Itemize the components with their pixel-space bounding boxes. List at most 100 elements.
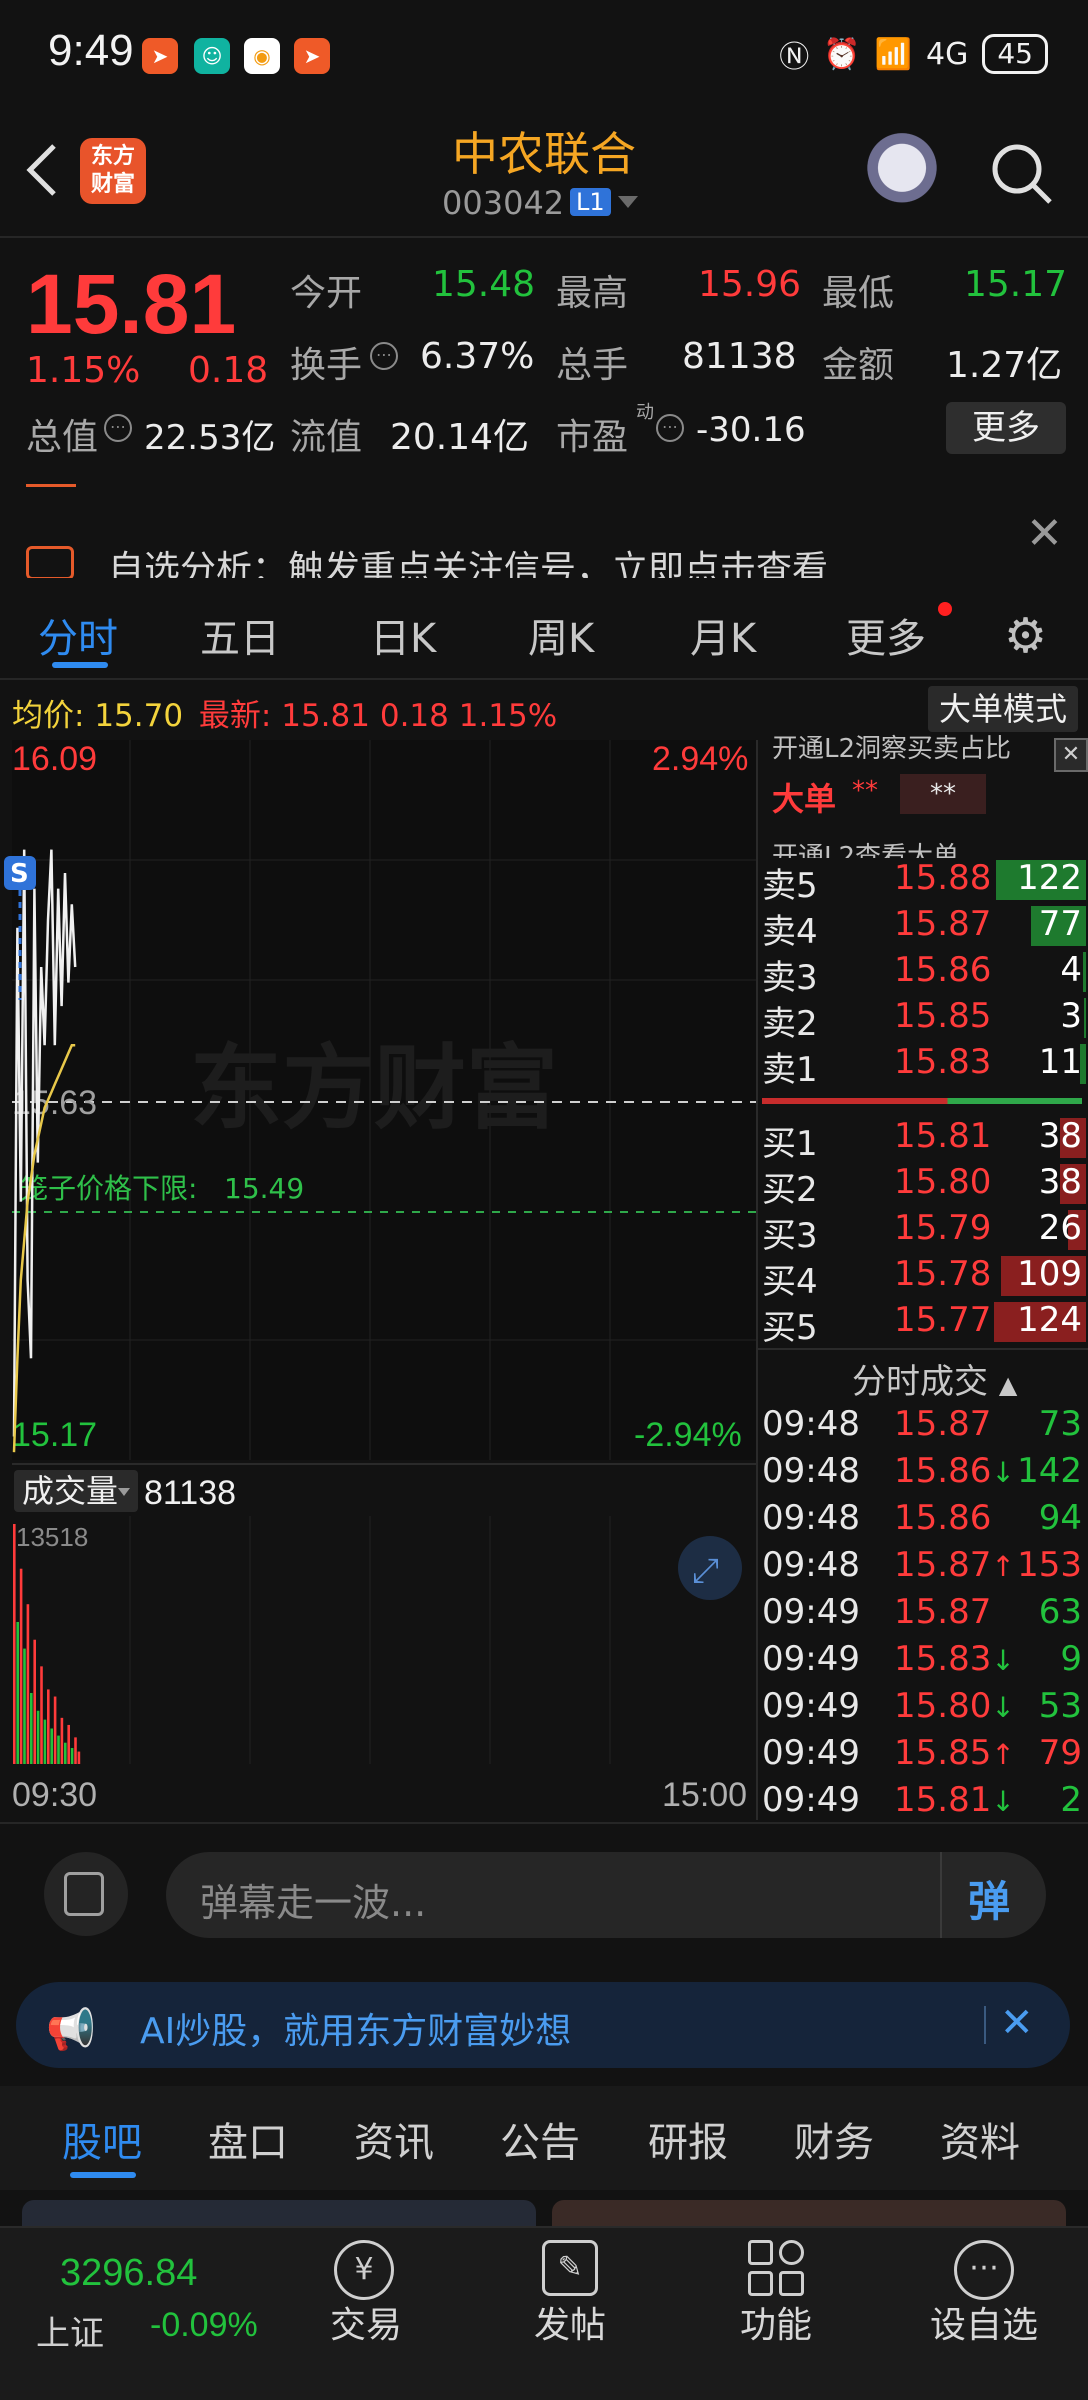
tab-news[interactable]: 资讯	[354, 2110, 434, 2168]
l2-insight-link[interactable]: 开通L2洞察买卖占比	[772, 728, 1040, 765]
buy-order-row[interactable]: 买2 15.80 38	[762, 1162, 1088, 1210]
tab-five-day[interactable]: 五日	[200, 606, 280, 664]
pe-value: -30.16	[696, 410, 806, 450]
latest-value: 15.81	[281, 698, 370, 734]
s-marker-text: S	[10, 859, 29, 889]
comment-list-button[interactable]	[44, 1852, 128, 1936]
info-icon[interactable]: ⋯	[370, 342, 398, 370]
buy-order-row[interactable]: 买1 15.81 38	[762, 1116, 1088, 1164]
level-badge[interactable]: L1	[570, 188, 611, 216]
trade-volume: 142	[1017, 1451, 1082, 1491]
volume-bar	[60, 1717, 64, 1764]
tab-profile[interactable]: 资料	[940, 2110, 1020, 2168]
high-label: 最高	[556, 273, 629, 314]
buy-order-row[interactable]: 买4 15.78 109	[762, 1254, 1088, 1302]
big-order-mode-button[interactable]: 大单模式	[928, 686, 1078, 732]
nav-post[interactable]: 发帖	[510, 2296, 630, 2348]
notification-app-icon: ➤	[142, 38, 178, 74]
nav-functions[interactable]: 功能	[716, 2296, 836, 2348]
info-icon[interactable]: ⋯	[656, 414, 684, 442]
notice-bar[interactable]: 自选分析：触发重点关注信号，立即点击查看 ✕	[0, 478, 1088, 578]
arrow-up-icon: ↑	[991, 1738, 1015, 1771]
volume-depth-bar	[1083, 952, 1086, 992]
tab-intraday[interactable]: 分时	[38, 606, 118, 664]
tab-weekly-k[interactable]: 周K	[528, 606, 594, 664]
danmu-icon: 弹	[968, 1877, 1011, 1926]
tab-monthly-k[interactable]: 月K	[690, 606, 756, 664]
danmu-placeholder: 弹幕走一波...	[200, 1881, 427, 1925]
tab-more[interactable]: 更多	[846, 606, 926, 664]
order-level-label: 买2	[762, 1170, 818, 1210]
market-cap-value: 22.53亿	[144, 418, 276, 458]
volume-total: 81138	[144, 1474, 236, 1512]
trade-price: 15.87↑	[894, 1545, 1015, 1585]
nfc-icon: Ⓝ	[779, 40, 810, 75]
index-name[interactable]: 上证	[36, 2306, 104, 2355]
tab-research[interactable]: 研报	[648, 2110, 728, 2168]
trade-volume: 79	[1038, 1733, 1082, 1773]
more-button[interactable]: 更多	[946, 402, 1066, 454]
index-change[interactable]: -0.09%	[150, 2306, 258, 2345]
order-level-label: 卖1	[762, 1050, 818, 1090]
danmu-toggle-button[interactable]: 弹	[940, 1852, 1046, 1938]
order-price: 15.77	[894, 1300, 992, 1340]
sell-order-row[interactable]: 卖3 15.86 4	[762, 950, 1088, 998]
volume-bar	[36, 1710, 40, 1764]
status-time: 9:49	[48, 26, 134, 75]
tab-announcements[interactable]: 公告	[500, 2110, 580, 2168]
tab-guba[interactable]: 股吧	[62, 2110, 142, 2168]
sell-order-row[interactable]: 卖2 15.85 3	[762, 996, 1088, 1044]
cage-label: 笼子价格下限:	[20, 1172, 197, 1205]
volume-bar	[50, 1728, 53, 1764]
sell-order-row[interactable]: 卖5 15.88 122	[762, 858, 1088, 906]
market-cap-label: 总值	[26, 417, 99, 458]
volume-bar	[16, 1621, 19, 1764]
l2-view-link[interactable]: 开通L2查看大单	[772, 836, 959, 858]
pct-top-label: 2.94%	[652, 740, 748, 778]
trade-row: 09:49 15.85↑ 79	[762, 1733, 1088, 1779]
index-value[interactable]: 3296.84	[60, 2252, 197, 2295]
trade-price: 15.83↓	[894, 1639, 1015, 1679]
amount-label: 金额	[822, 345, 895, 386]
buy-order-row[interactable]: 买3 15.79 26	[762, 1208, 1088, 1256]
functions-grid-icon[interactable]	[748, 2240, 804, 2296]
tab-daily-k[interactable]: 日K	[370, 606, 436, 664]
trade-price-value: 15.86	[894, 1451, 992, 1491]
intraday-chart[interactable]: 东方财富 16.09 2.94% 15.63 笼子价格下限: 15.49 15.…	[0, 740, 758, 1820]
trades-header[interactable]: 分时成交 ▲	[852, 1354, 1017, 1403]
volume-value: 81138	[682, 336, 797, 377]
search-icon[interactable]	[990, 142, 1054, 206]
trade-price-value: 15.81	[894, 1780, 992, 1820]
ai-assistant-robot-icon[interactable]	[860, 130, 944, 214]
trade-time: 09:49	[762, 1686, 860, 1726]
volume-bar	[64, 1742, 67, 1764]
turnover-label: 换手	[290, 345, 363, 386]
nav-trade[interactable]: 交易	[306, 2296, 426, 2348]
post-edit-icon[interactable]: ✎	[542, 2240, 598, 2296]
big-order-mask-box: **	[900, 774, 986, 814]
current-price: 15.81	[26, 257, 237, 351]
close-icon[interactable]: ✕	[1026, 508, 1063, 559]
tab-finance[interactable]: 财务	[794, 2110, 874, 2168]
code-dropdown-icon[interactable]	[618, 196, 638, 208]
trade-icon[interactable]: ¥	[334, 2240, 394, 2300]
watermark-text: 东方财富	[190, 1035, 558, 1142]
order-price: 15.83	[894, 1042, 992, 1082]
close-l2-icon[interactable]: ✕	[1054, 738, 1088, 772]
info-icon[interactable]: ⋯	[104, 414, 132, 442]
tab-pankou[interactable]: 盘口	[208, 2110, 288, 2168]
chart-watermark: 东方财富	[190, 1035, 558, 1142]
trade-row: 09:48 15.87↑ 153	[762, 1545, 1088, 1591]
sell-order-row[interactable]: 卖1 15.83 11	[762, 1042, 1088, 1090]
order-price: 15.81	[894, 1116, 992, 1156]
settings-gear-icon[interactable]: ⚙	[1004, 608, 1047, 664]
sell-order-row[interactable]: 卖4 15.87 77	[762, 904, 1088, 952]
trade-row: 09:48 15.87 73	[762, 1404, 1088, 1450]
wifi-icon: 📶	[874, 36, 913, 72]
nav-add-watchlist[interactable]: 设自选	[924, 2296, 1044, 2348]
volume-depth-bar	[1084, 998, 1086, 1038]
close-banner-icon[interactable]: ✕	[1000, 2000, 1034, 2046]
buy-order-row[interactable]: 买5 15.77 124	[762, 1300, 1088, 1348]
more-dots-icon[interactable]: ⋯	[954, 2240, 1014, 2300]
pe-label: 市盈	[556, 417, 629, 458]
